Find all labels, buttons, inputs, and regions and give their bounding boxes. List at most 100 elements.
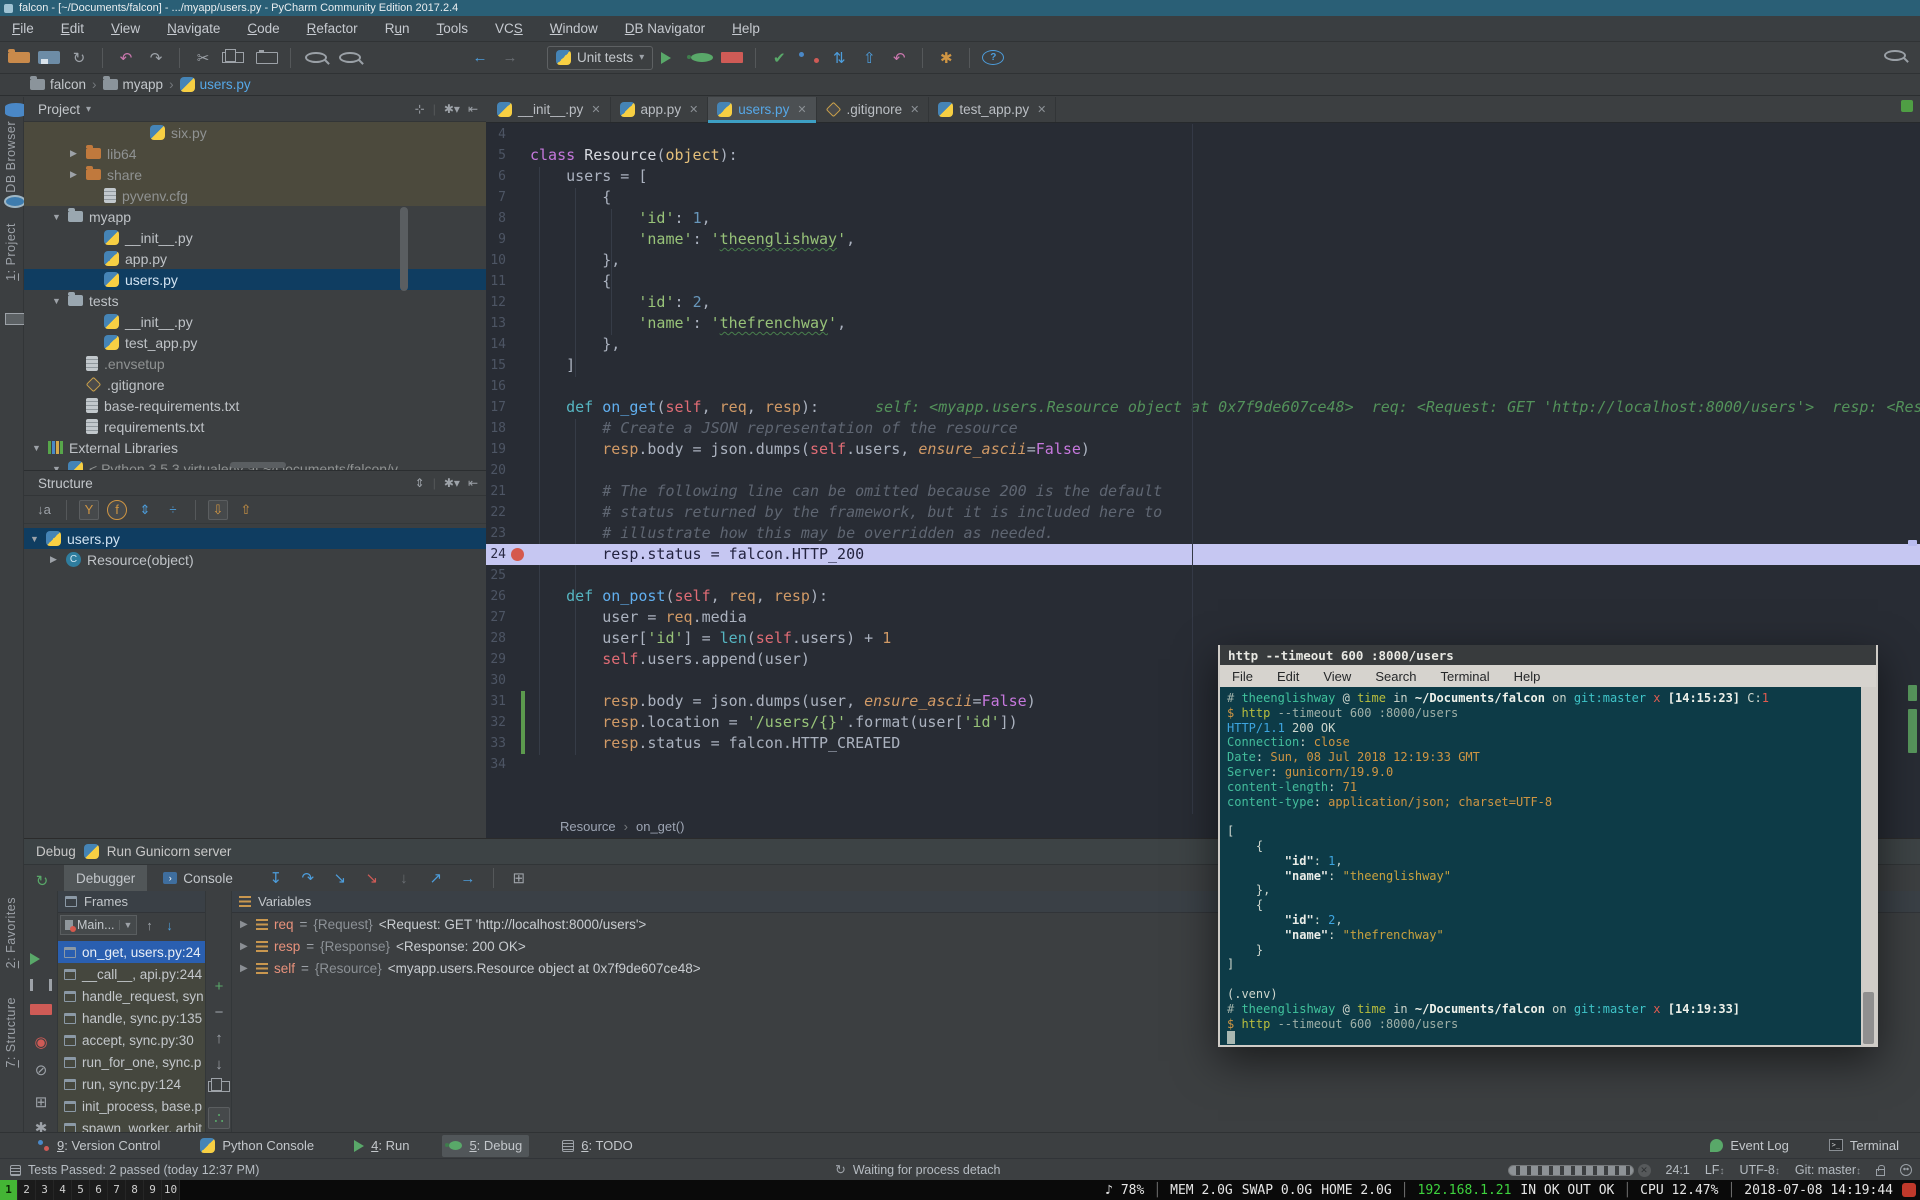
terminal-menu-help[interactable]: Help — [1514, 669, 1541, 684]
terminal-menu-search[interactable]: Search — [1375, 669, 1416, 684]
code-line-21[interactable]: 21 # The following line can be omitted b… — [486, 481, 1920, 502]
lock-icon[interactable] — [1876, 1169, 1885, 1176]
toolstrip-favorites[interactable]: 2: Favorites — [4, 897, 18, 968]
editor-scrollbar[interactable] — [1906, 124, 1920, 814]
cancel-progress-icon[interactable]: ✕ — [1638, 1164, 1651, 1177]
evaluate-expression-icon[interactable]: ⊞ — [508, 867, 530, 889]
terminal-scrollbar[interactable] — [1861, 687, 1876, 1045]
autoscroll-from-source-icon[interactable]: ⇧ — [236, 500, 256, 520]
structure-item-users.py[interactable]: ▼users.py — [24, 528, 486, 549]
vcs-update-icon[interactable]: ⇅ — [828, 47, 850, 69]
frame-item[interactable]: on_get, users.py:24 — [58, 941, 205, 963]
copy-value-icon[interactable] — [208, 1081, 230, 1092]
code-line-20[interactable]: 20 — [486, 460, 1920, 481]
toolwindow-6-todo[interactable]: 6: TODO — [555, 1135, 640, 1157]
toolwindow-5-debug[interactable]: 5: Debug — [442, 1135, 529, 1157]
close-tab-icon[interactable]: ✕ — [591, 103, 600, 116]
menu-tools[interactable]: Tools — [436, 21, 468, 36]
code-line-11[interactable]: 11 { — [486, 271, 1920, 292]
menu-run[interactable]: Run — [385, 21, 410, 36]
expand-all-icon[interactable]: ⇕ — [135, 500, 155, 520]
close-tab-icon[interactable]: ✕ — [689, 103, 698, 116]
tab-__init__.py[interactable]: __init__.py✕ — [488, 97, 611, 122]
project-item-pyvenv.cfg[interactable]: pyvenv.cfg — [24, 185, 486, 206]
project-item-__init__.py[interactable]: __init__.py — [24, 311, 486, 332]
project-item-share[interactable]: ▶share — [24, 164, 486, 185]
close-tab-icon[interactable]: ✕ — [1037, 103, 1046, 116]
search-everywhere-icon[interactable] — [1884, 50, 1906, 61]
autoscroll-to-source-icon[interactable]: ⇩ — [208, 500, 228, 520]
expand-arrow-icon[interactable]: ▶ — [70, 169, 80, 180]
code-line-15[interactable]: 15 ] — [486, 355, 1920, 376]
collapse-arrow-icon[interactable]: ▼ — [32, 443, 42, 453]
tab-app.py[interactable]: app.py✕ — [611, 97, 709, 122]
save-all-icon[interactable] — [38, 51, 60, 64]
collapse-all-icon[interactable]: ÷ — [163, 500, 183, 520]
move-up-icon[interactable]: ↑ — [208, 1027, 230, 1049]
previous-frame-icon[interactable]: ↑ — [141, 914, 157, 936]
terminal-menu-terminal[interactable]: Terminal — [1441, 669, 1490, 684]
tab-.gitignore[interactable]: .gitignore✕ — [817, 97, 930, 122]
frame-item[interactable]: spawn_worker, arbit — [58, 1117, 205, 1132]
collapse-arrow-icon[interactable]: ▼ — [52, 212, 62, 222]
project-item-base-requirements.txt[interactable]: base-requirements.txt — [24, 395, 486, 416]
run-to-cursor-icon[interactable]: → — [457, 867, 479, 889]
menu-view[interactable]: View — [111, 21, 140, 36]
menu-window[interactable]: Window — [550, 21, 598, 36]
workspace-5[interactable]: 5 — [72, 1180, 90, 1200]
structure-panel-header[interactable]: Structure ⇕ | ✱▾ ⇤ — [24, 471, 486, 496]
project-item-.gitignore[interactable]: .gitignore — [24, 374, 486, 395]
frame-item[interactable]: accept, sync.py:30 — [58, 1029, 205, 1051]
gear-icon[interactable]: ✱▾ — [444, 102, 460, 116]
show-inherited-icon[interactable]: Y — [79, 500, 99, 520]
code-line-9[interactable]: 9 'name': 'theenglishway', — [486, 229, 1920, 250]
frame-item[interactable]: init_process, base.p — [58, 1095, 205, 1117]
code-line-18[interactable]: 18 # Create a JSON representation of the… — [486, 418, 1920, 439]
code-line-16[interactable]: 16 — [486, 376, 1920, 397]
toolstrip-project[interactable]: 1: Project — [4, 223, 18, 281]
structure-item-Resource_object_[interactable]: ▶CResource(object) — [24, 549, 486, 570]
toolwindow-python-console[interactable]: Python Console — [193, 1135, 321, 1157]
encoding-widget[interactable]: UTF-8↕ — [1739, 1163, 1779, 1177]
code-line-4[interactable]: 4 — [486, 124, 1920, 145]
editor-breadcrumb-on_get()[interactable]: on_get() — [636, 819, 684, 834]
show-fields-icon[interactable]: f — [107, 500, 127, 520]
debug-icon[interactable] — [691, 53, 713, 62]
project-item-lib64[interactable]: ▶lib64 — [24, 143, 486, 164]
project-item-External_Libraries[interactable]: ▼External Libraries — [24, 437, 486, 458]
frame-item[interactable]: handle_request, syn — [58, 985, 205, 1007]
collapse-arrow-icon[interactable]: ▼ — [30, 534, 40, 544]
vcs-commit-icon[interactable]: ⇧ — [858, 47, 880, 69]
code-line-12[interactable]: 12 'id': 2, — [486, 292, 1920, 313]
vcs-check-icon[interactable]: ✔ — [768, 47, 790, 69]
code-line-26[interactable]: 26 def on_post(self, req, resp): — [486, 586, 1920, 607]
open-icon[interactable] — [8, 52, 30, 63]
project-horizontal-scrollbar[interactable] — [230, 462, 286, 468]
pause-icon[interactable] — [30, 979, 52, 991]
project-vertical-scrollbar[interactable] — [400, 207, 408, 291]
frame-item[interactable]: __call__, api.py:244 — [58, 963, 205, 985]
next-frame-icon[interactable]: ↓ — [161, 914, 177, 936]
tab-users.py[interactable]: users.py✕ — [708, 97, 816, 122]
run-icon[interactable] — [661, 52, 683, 64]
line-separator-widget[interactable]: LF↕ — [1705, 1163, 1725, 1177]
view-as-tree-icon[interactable]: ∴ — [208, 1107, 230, 1129]
menu-code[interactable]: Code — [247, 21, 279, 36]
code-line-14[interactable]: 14 }, — [486, 334, 1920, 355]
forward-icon[interactable]: → — [499, 47, 521, 69]
code-line-19[interactable]: 19 resp.body = json.dumps(self.users, en… — [486, 439, 1920, 460]
expand-arrow-icon[interactable]: ▶ — [50, 554, 60, 565]
breakpoint-icon[interactable] — [511, 548, 524, 561]
project-item-test_app.py[interactable]: test_app.py — [24, 332, 486, 353]
code-line-8[interactable]: 8 'id': 1, — [486, 208, 1920, 229]
close-tab-icon[interactable]: ✕ — [910, 103, 919, 116]
frame-item[interactable]: handle, sync.py:135 — [58, 1007, 205, 1029]
cut-icon[interactable]: ✂ — [192, 47, 214, 69]
code-line-24[interactable]: 24 resp.status = falcon.HTTP_200 — [486, 544, 1920, 565]
step-out-icon[interactable]: ↗ — [425, 867, 447, 889]
menu-help[interactable]: Help — [732, 21, 760, 36]
tool-settings-icon[interactable]: ✱ — [935, 47, 957, 69]
find-icon[interactable] — [305, 52, 327, 63]
workspace-3[interactable]: 3 — [36, 1180, 54, 1200]
workspace-6[interactable]: 6 — [90, 1180, 108, 1200]
